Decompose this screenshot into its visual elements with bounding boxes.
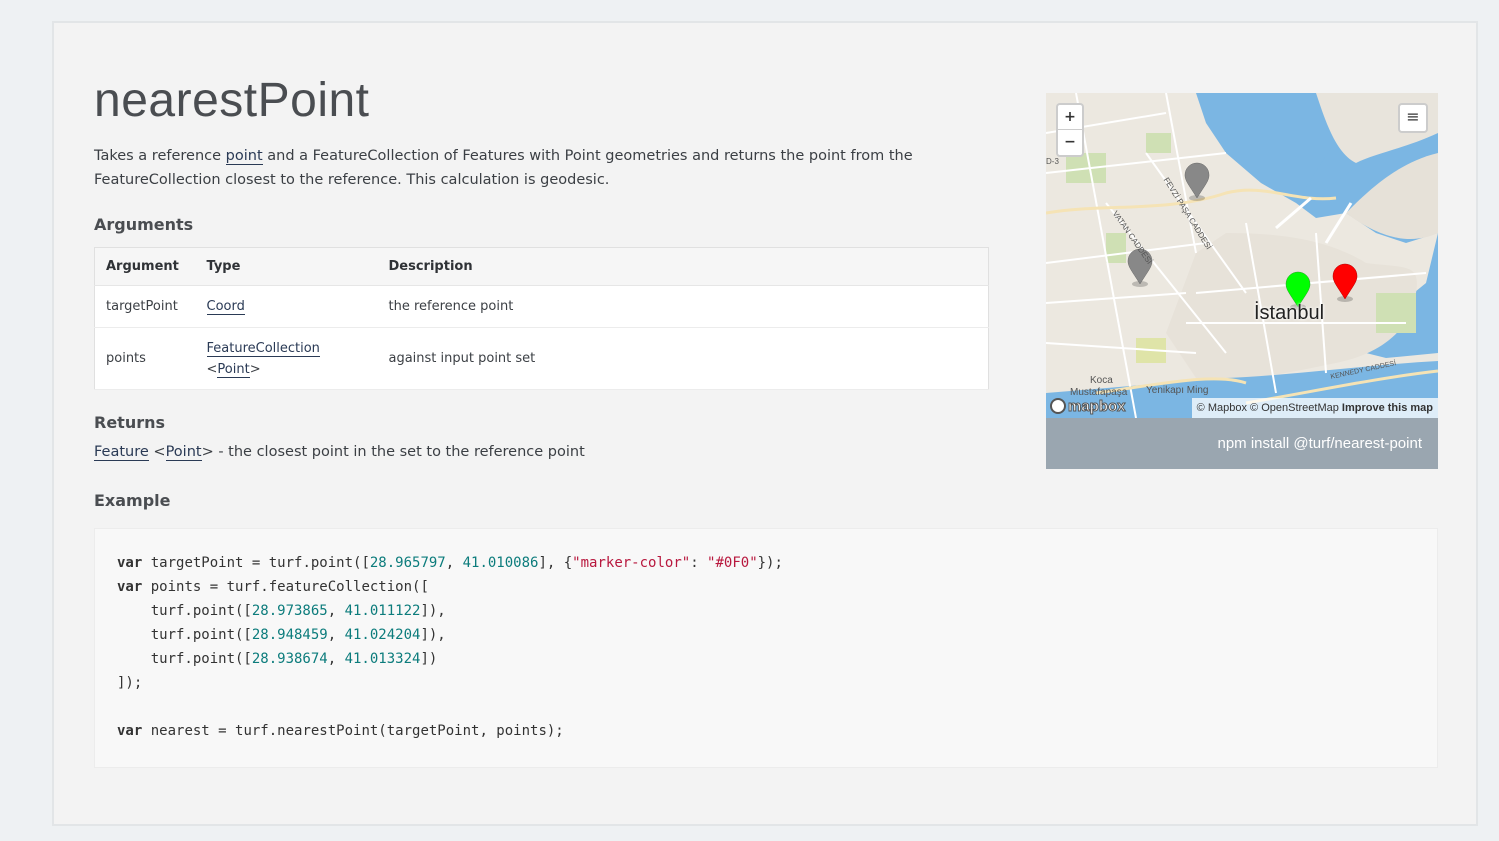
city-label: İstanbul [1254, 302, 1325, 324]
argument-type: FeatureCollection <Point> [195, 327, 378, 390]
mapbox-attribution-link[interactable]: © Mapbox [1197, 402, 1247, 414]
description: Takes a reference point and a FeatureCol… [94, 148, 913, 188]
district-label: Koca [1090, 375, 1113, 386]
osm-attribution-link[interactable]: © OpenStreetMap [1250, 402, 1339, 414]
page-title: nearestPoint [94, 74, 370, 127]
argument-type: Coord [195, 285, 378, 328]
argument-description: against input point set [377, 327, 989, 390]
point-link[interactable]: point [225, 148, 263, 165]
returns-line: Feature <Point> - the closest point in t… [94, 444, 585, 461]
column-header: Argument [94, 247, 196, 286]
map-card: FEVZİ PAŞA CADDESİ VATAN CADDESİ KENNEDY… [1046, 93, 1438, 469]
main-panel: nearestPoint Takes a reference point and… [52, 21, 1478, 826]
layers-icon: ≡ [1406, 107, 1420, 126]
arguments-table: Argument Type Description targetPoint Co… [94, 247, 989, 390]
feature-link[interactable]: Feature [94, 444, 149, 461]
map-attribution: © Mapbox © OpenStreetMap Improve this ma… [1191, 398, 1438, 418]
table-header-row: Argument Type Description [94, 247, 989, 286]
district-label: Yenikapı Ming [1146, 385, 1209, 396]
argument-description: the reference point [377, 285, 989, 328]
road-label: D-3 [1046, 157, 1059, 166]
example-heading: Example [94, 491, 171, 510]
table-row: points FeatureCollection <Point> against… [94, 327, 989, 390]
table-row: targetPoint Coord the reference point [94, 285, 989, 328]
arguments-heading: Arguments [94, 215, 194, 234]
returns-heading: Returns [94, 413, 166, 432]
column-header: Type [195, 247, 378, 286]
map[interactable]: FEVZİ PAŞA CADDESİ VATAN CADDESİ KENNEDY… [1046, 93, 1438, 418]
zoom-control: + − [1056, 103, 1084, 157]
code-example: var targetPoint = turf.point([28.965797,… [94, 528, 1438, 768]
improve-map-link[interactable]: Improve this map [1342, 402, 1433, 414]
point-type-link[interactable]: Point [217, 361, 250, 378]
featurecollection-link[interactable]: FeatureCollection [206, 340, 320, 357]
layers-button[interactable]: ≡ [1398, 103, 1428, 133]
mapbox-logo[interactable]: mapbox [1050, 398, 1126, 416]
argument-name: points [94, 327, 196, 390]
npm-install-bar: npm install @turf/nearest-point [1046, 418, 1438, 469]
zoom-out-button[interactable]: − [1058, 130, 1082, 155]
column-header: Description [377, 247, 989, 286]
zoom-in-button[interactable]: + [1058, 105, 1082, 130]
coord-link[interactable]: Coord [206, 299, 245, 315]
returns-point-link[interactable]: Point [165, 444, 202, 461]
district-label: Mustafapaşa [1070, 387, 1128, 398]
argument-name: targetPoint [94, 285, 196, 328]
